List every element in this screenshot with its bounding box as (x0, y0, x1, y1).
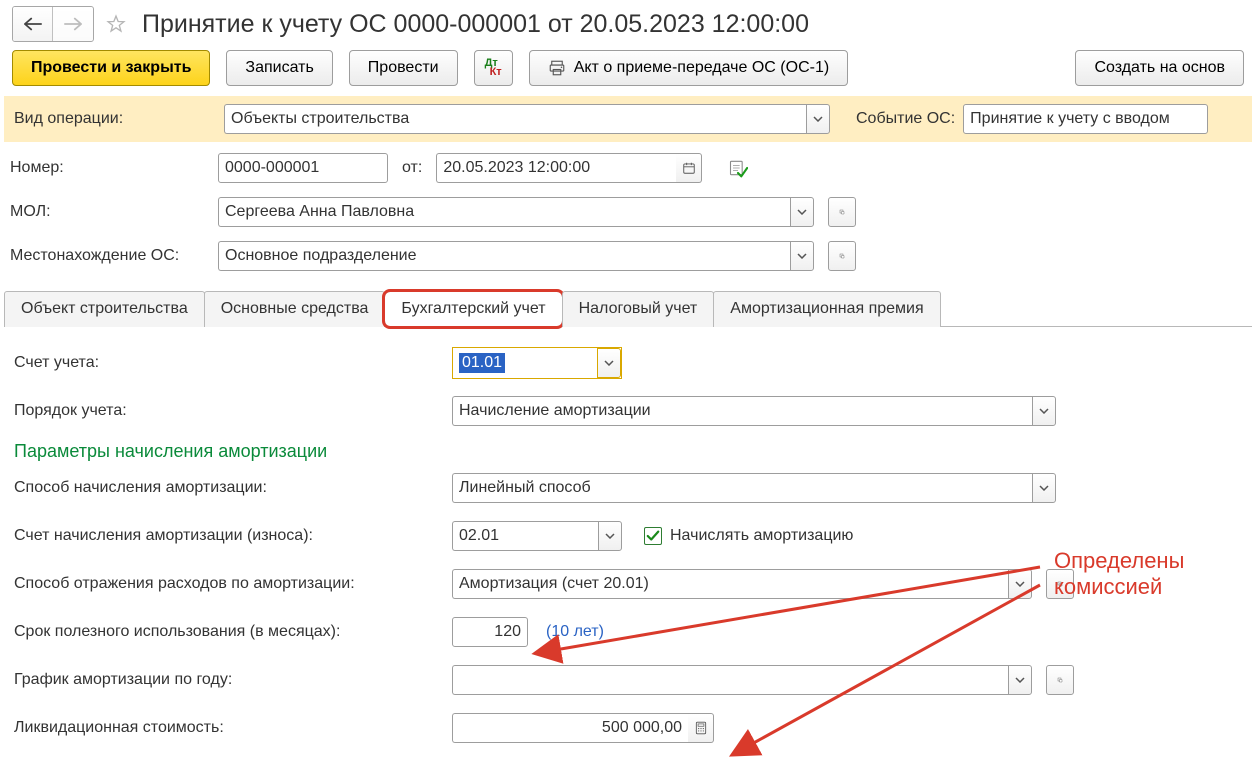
schedule-input[interactable] (452, 665, 1008, 695)
op-type-dropdown-button[interactable] (806, 104, 830, 134)
chevron-down-icon (813, 116, 823, 122)
chevron-down-icon (1015, 677, 1025, 683)
calculator-icon (694, 721, 708, 735)
post-and-close-button[interactable]: Провести и закрыть (12, 50, 210, 86)
create-based-button[interactable]: Создать на основ (1075, 50, 1244, 86)
arrow-left-icon (24, 17, 42, 31)
depr-account-label: Счет начисления амортизации (износа): (14, 527, 444, 545)
chevron-down-icon (1039, 408, 1049, 414)
op-type-input[interactable]: Объекты строительства (224, 104, 806, 134)
mol-dropdown-button[interactable] (790, 197, 814, 227)
life-input[interactable]: 120 (452, 617, 528, 647)
date-label: от: (402, 159, 422, 177)
arrow-right-icon (64, 17, 82, 31)
order-input[interactable]: Начисление амортизации (452, 396, 1032, 426)
op-type-label: Вид операции: (14, 110, 214, 128)
chevron-down-icon (1039, 485, 1049, 491)
write-button[interactable]: Записать (226, 50, 332, 86)
location-input[interactable]: Основное подразделение (218, 241, 790, 271)
number-input[interactable]: 0000-000001 (218, 153, 388, 183)
do-depr-checkbox[interactable]: Начислять амортизацию (644, 527, 853, 545)
mol-input[interactable]: Сергеева Анна Павловна (218, 197, 790, 227)
open-external-icon (837, 209, 847, 215)
location-open-button[interactable] (828, 241, 856, 271)
depr-account-dropdown-button[interactable] (598, 521, 622, 551)
depr-account-input[interactable]: 02.01 (452, 521, 598, 551)
order-dropdown-button[interactable] (1032, 396, 1056, 426)
schedule-dropdown-button[interactable] (1008, 665, 1032, 695)
salvage-calc-button[interactable] (688, 713, 714, 743)
number-label: Номер: (10, 159, 210, 177)
tab-tax-accounting[interactable]: Налоговый учет (562, 291, 715, 327)
date-input[interactable]: 20.05.2023 12:00:00 (436, 153, 676, 183)
print-act-label: Акт о приеме-передаче ОС (ОС-1) (574, 59, 830, 77)
posted-status-icon (728, 158, 748, 178)
location-dropdown-button[interactable] (790, 241, 814, 271)
location-label: Местонахождение ОС: (10, 247, 210, 265)
mol-open-button[interactable] (828, 197, 856, 227)
account-dropdown-button[interactable] (597, 348, 621, 378)
tab-accounting[interactable]: Бухгалтерский учет (384, 291, 562, 327)
page-title: Принятие к учету ОС 0000-000001 от 20.05… (142, 10, 809, 39)
nav-forward-button[interactable] (53, 7, 93, 41)
account-input[interactable]: 01.01 (453, 348, 597, 378)
checkbox-icon (644, 527, 662, 545)
event-label: Событие ОС: (856, 110, 955, 128)
depr-section-heading: Параметры начисления амортизации (14, 441, 1242, 462)
tab-construction-object[interactable]: Объект строительства (4, 291, 205, 327)
chevron-down-icon (797, 253, 807, 259)
tab-fixed-assets[interactable]: Основные средства (204, 291, 386, 327)
favorite-button[interactable] (100, 8, 132, 40)
salvage-input[interactable]: 500 000,00 (452, 713, 688, 743)
account-label: Счет учета: (14, 354, 444, 372)
tab-depr-premium[interactable]: Амортизационная премия (713, 291, 940, 327)
printer-icon (548, 59, 566, 77)
expense-dropdown-button[interactable] (1008, 569, 1032, 599)
salvage-label: Ликвидационная стоимость: (14, 719, 444, 737)
calendar-icon (682, 161, 696, 175)
open-external-icon (837, 253, 847, 259)
mol-label: МОЛ: (10, 203, 210, 221)
nav-back-button[interactable] (13, 7, 53, 41)
method-dropdown-button[interactable] (1032, 473, 1056, 503)
life-label: Срок полезного использования (в месяцах)… (14, 623, 444, 641)
expense-label: Способ отражения расходов по амортизации… (14, 575, 444, 593)
dtkt-button[interactable]: ДтКт (474, 50, 513, 86)
expense-input[interactable]: Амортизация (счет 20.01) (452, 569, 1008, 599)
method-label: Способ начисления амортизации: (14, 479, 444, 497)
event-input[interactable]: Принятие к учету с вводом (963, 104, 1208, 134)
chevron-down-icon (797, 209, 807, 215)
print-act-button[interactable]: Акт о приеме-передаче ОС (ОС-1) (529, 50, 849, 86)
schedule-label: График амортизации по году: (14, 671, 444, 689)
method-input[interactable]: Линейный способ (452, 473, 1032, 503)
annotation-label: Определены комиссией (1054, 548, 1254, 600)
order-label: Порядок учета: (14, 402, 444, 420)
dtkt-icon: ДтКт (485, 59, 502, 77)
date-calendar-button[interactable] (676, 153, 702, 183)
do-depr-label: Начислять амортизацию (670, 527, 853, 545)
post-button[interactable]: Провести (349, 50, 458, 86)
star-icon (106, 11, 126, 37)
chevron-down-icon (605, 533, 615, 539)
schedule-open-button[interactable] (1046, 665, 1074, 695)
chevron-down-icon (604, 360, 614, 366)
chevron-down-icon (1015, 581, 1025, 587)
tabs: Объект строительства Основные средства Б… (4, 290, 1252, 327)
life-hint: (10 лет) (546, 623, 604, 641)
open-external-icon (1055, 677, 1065, 683)
